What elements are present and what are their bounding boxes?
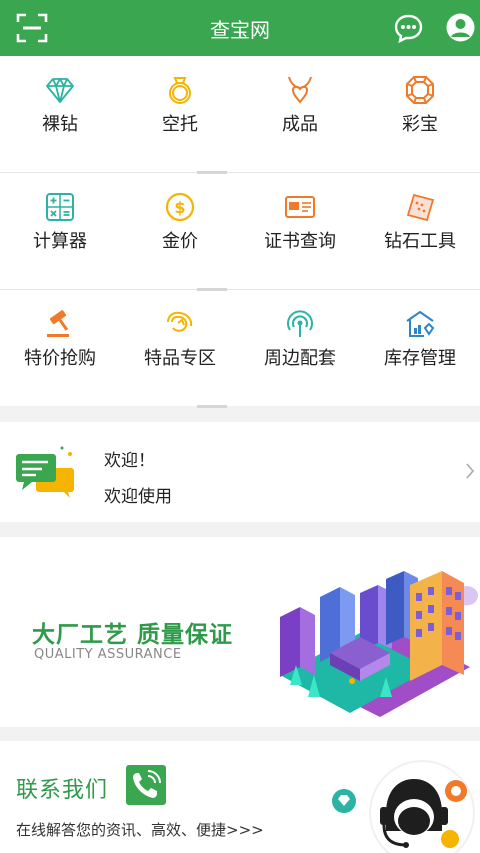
- phone-icon: [126, 765, 166, 805]
- special-product-icon: [167, 311, 193, 332]
- customer-service-agent-illustration: [332, 760, 475, 853]
- isometric-city-illustration: [280, 571, 479, 717]
- grid-item-gold-price[interactable]: $ 金价: [120, 173, 240, 290]
- feature-row-3: 特价抢购 特品专区 周边配套 库存管理: [0, 290, 480, 407]
- grid-item-calculator[interactable]: 计算器: [0, 173, 120, 290]
- grid-item-label: 特品专区: [144, 348, 216, 369]
- quality-banner[interactable]: 大厂工艺 质量保证 QUALITY ASSURANCE: [0, 537, 480, 727]
- welcome-subtitle: 欢迎使用: [104, 487, 172, 507]
- diamond-tool-icon: [406, 193, 435, 222]
- grid-item-inventory[interactable]: 库存管理: [360, 290, 480, 407]
- grid-item-label: 金价: [162, 231, 198, 252]
- grid-item-color-gem[interactable]: 彩宝: [360, 56, 480, 173]
- welcome-card[interactable]: 欢迎！ 欢迎使用: [0, 422, 480, 522]
- auction-hammer-icon: [47, 310, 69, 337]
- contact-us-card[interactable]: 联系我们 在线解答您的资讯、高效、便捷>>>: [0, 741, 480, 853]
- grid-item-label: 裸钻: [42, 114, 78, 135]
- svg-text:$: $: [174, 198, 185, 217]
- banner-subtitle: QUALITY ASSURANCE: [34, 647, 182, 662]
- welcome-title: 欢迎！: [104, 451, 155, 471]
- grid-item-label: 成品: [282, 114, 318, 135]
- grid-item-label: 空托: [162, 114, 198, 135]
- page-indicator: [197, 405, 227, 408]
- diamond-icon: [46, 78, 74, 103]
- feature-row-2: 计算器 $ 金价 证书查询 钻石工具: [0, 173, 480, 290]
- grid-item-ring-setting[interactable]: 空托: [120, 56, 240, 173]
- grid-item-label: 周边配套: [264, 348, 336, 369]
- warehouse-icon: [406, 310, 435, 337]
- calculator-icon: [46, 193, 74, 221]
- contact-title: 联系我们: [16, 778, 109, 803]
- ring-icon: [169, 77, 191, 104]
- grid-item-label: 钻石工具: [384, 231, 456, 252]
- chevron-right-icon: [466, 463, 475, 479]
- grid-item-label: 计算器: [33, 231, 87, 252]
- grid-item-special-zone[interactable]: 特品专区: [120, 290, 240, 407]
- grid-item-certificate-query[interactable]: 证书查询: [240, 173, 360, 290]
- chat-bubble-icon[interactable]: [393, 13, 424, 44]
- top-app-bar: 查宝网: [0, 0, 480, 56]
- feature-row-1: 裸钻 空托 成品 彩宝: [0, 56, 480, 173]
- gemstone-icon: [406, 76, 434, 104]
- grid-item-flash-sale[interactable]: 特价抢购: [0, 290, 120, 407]
- grid-item-label: 特价抢购: [24, 348, 96, 369]
- feature-grid: 裸钻 空托 成品 彩宝 计算器 $ 金价 证书查询 钻石工具 特价抢购 特品专区…: [0, 56, 480, 408]
- contact-subtitle: 在线解答您的资讯、高效、便捷>>>: [16, 821, 264, 839]
- grid-item-label: 库存管理: [384, 348, 456, 369]
- grid-item-label: 证书查询: [264, 231, 336, 252]
- grid-item-diamond-tool[interactable]: 钻石工具: [360, 173, 480, 290]
- grid-item-finished-product[interactable]: 成品: [240, 56, 360, 173]
- signal-tower-icon: [287, 310, 313, 337]
- banner-title: 大厂工艺 质量保证: [32, 622, 234, 648]
- certificate-icon: [285, 196, 315, 218]
- necklace-icon: [288, 76, 312, 104]
- user-avatar-icon[interactable]: [446, 13, 475, 42]
- grid-item-label: 彩宝: [402, 114, 438, 135]
- message-bubbles-icon: [16, 446, 74, 498]
- grid-item-peripherals[interactable]: 周边配套: [240, 290, 360, 407]
- gold-coin-icon: $: [165, 192, 195, 222]
- grid-item-loose-diamond[interactable]: 裸钻: [0, 56, 120, 173]
